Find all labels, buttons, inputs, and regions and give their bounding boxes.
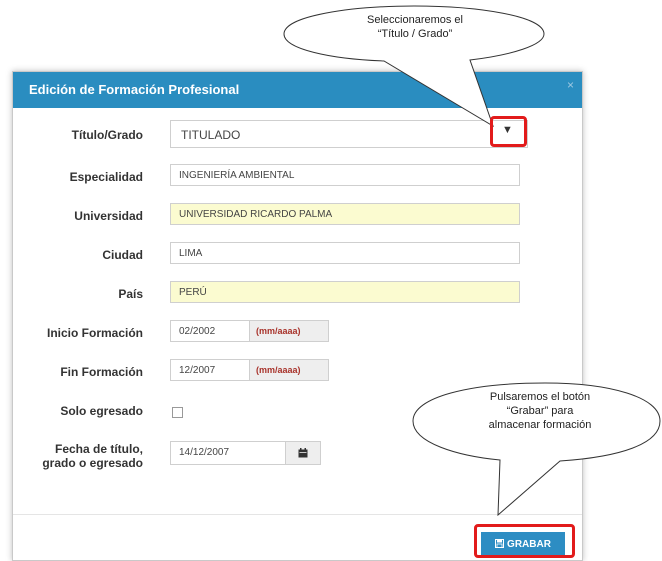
top-callout-text: Seleccionaremos el “Título / Grado” bbox=[300, 13, 530, 41]
fecha-titulo-label-line2: grado o egresado bbox=[42, 456, 143, 470]
titulo-grado-label: Título/Grado bbox=[71, 128, 143, 142]
ciudad-label: Ciudad bbox=[102, 248, 143, 262]
especialidad-label: Especialidad bbox=[69, 170, 143, 184]
bottom-callout-text: Pulsaremos el botón “Grabar” para almace… bbox=[440, 390, 640, 432]
fecha-titulo-label-line1: Fecha de título, bbox=[54, 442, 143, 456]
inicio-format-hint: (mm/aaaa) bbox=[249, 320, 329, 342]
bottom-callout-line2: “Grabar” para bbox=[506, 405, 574, 417]
bottom-callout-line3: almacenar formación bbox=[488, 419, 592, 431]
fin-format-hint: (mm/aaaa) bbox=[249, 359, 329, 381]
solo-egresado-label: Solo egresado bbox=[60, 404, 143, 418]
bottom-callout-line1: Pulsaremos el botón bbox=[489, 391, 591, 403]
ciudad-input[interactable]: LIMA bbox=[170, 242, 520, 264]
grabar-highlight bbox=[474, 524, 575, 558]
top-callout-line1: Seleccionaremos el bbox=[367, 14, 463, 26]
modal-title: Edición de Formación Profesional bbox=[29, 82, 240, 97]
fin-formacion-label: Fin Formación bbox=[60, 365, 143, 379]
universidad-input[interactable]: UNIVERSIDAD RICARDO PALMA bbox=[170, 203, 520, 225]
calendar-button[interactable] bbox=[285, 441, 321, 465]
chevron-down-icon[interactable]: ▼ bbox=[502, 124, 513, 136]
footer-divider bbox=[13, 514, 582, 515]
titulo-grado-select[interactable]: TITULADO bbox=[170, 120, 528, 148]
close-icon[interactable]: × bbox=[567, 78, 574, 92]
fecha-titulo-input[interactable]: 14/12/2007 bbox=[170, 441, 286, 465]
titulo-grado-value: TITULADO bbox=[181, 128, 241, 142]
pais-input[interactable]: PERÚ bbox=[170, 281, 520, 303]
inicio-formacion-label: Inicio Formación bbox=[46, 326, 143, 340]
solo-egresado-checkbox[interactable] bbox=[172, 407, 183, 418]
pais-label: País bbox=[118, 287, 143, 301]
inicio-formacion-input[interactable]: 02/2002 bbox=[170, 320, 250, 342]
fin-formacion-input[interactable]: 12/2007 bbox=[170, 359, 250, 381]
top-callout-line2: “Título / Grado” bbox=[377, 28, 453, 40]
calendar-icon bbox=[298, 448, 308, 458]
fecha-titulo-label: Fecha de título, grado o egresado bbox=[15, 442, 143, 470]
modal-header: Edición de Formación Profesional × bbox=[13, 72, 582, 108]
universidad-label: Universidad bbox=[74, 209, 143, 223]
especialidad-input[interactable]: INGENIERÍA AMBIENTAL bbox=[170, 164, 520, 186]
